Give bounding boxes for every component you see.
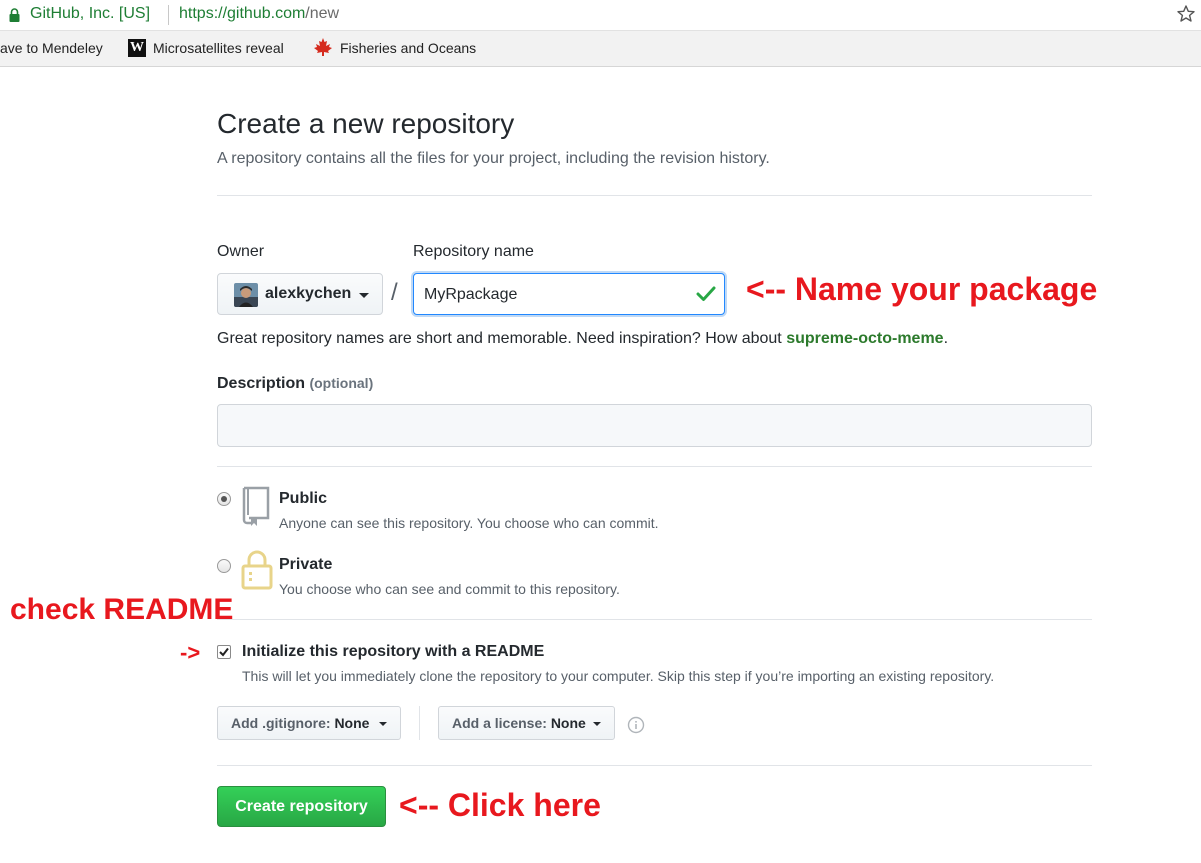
private-radio[interactable] [217, 559, 231, 573]
gitignore-dropdown[interactable]: Add .gitignore: None [217, 706, 401, 740]
owner-label: Owner [217, 243, 265, 260]
annotation-name-package: <-- Name your package [746, 271, 1098, 307]
public-option-desc: Anyone can see this repository. You choo… [279, 515, 659, 531]
description-optional: (optional) [309, 375, 374, 391]
description-label-text: Description [217, 375, 306, 392]
gitignore-label: Add .gitignore: None [231, 715, 369, 731]
license-value: None [550, 715, 586, 731]
book-icon [242, 486, 270, 526]
check-icon [696, 286, 716, 301]
owner-name: alexkychen [265, 285, 352, 302]
hint-suffix: . [943, 330, 949, 347]
divider [217, 466, 1092, 467]
public-radio[interactable] [217, 492, 231, 506]
maple-leaf-icon [314, 38, 332, 56]
url-path: /new [305, 5, 340, 22]
address-separator [168, 5, 169, 25]
annotation-click-here: <-- Click here [399, 787, 601, 823]
private-option-title[interactable]: Private [279, 556, 332, 574]
readme-checkbox[interactable] [217, 645, 231, 659]
owner-dropdown-button[interactable]: alexkychen [217, 273, 383, 315]
license-label-text: Add a license: [452, 715, 547, 731]
create-repository-button[interactable]: Create repository [217, 786, 386, 827]
description-input[interactable] [217, 404, 1092, 447]
annotation-check-readme: check README [10, 593, 234, 626]
avatar [234, 283, 258, 307]
lock-icon [9, 8, 20, 22]
owner-repo-separator: / [391, 279, 398, 306]
caret-down-icon [359, 293, 369, 298]
readme-label[interactable]: Initialize this repository with a README [242, 643, 544, 661]
readme-description: This will let you immediately clone the … [242, 668, 995, 684]
site-identity[interactable]: GitHub, Inc. [US] [30, 5, 150, 23]
caret-down-icon [593, 722, 601, 726]
hint-prefix: Great repository names are short and mem… [217, 330, 787, 347]
url-field[interactable]: https://github.com/new [179, 5, 339, 23]
repository-name-value: MyRpackage [424, 286, 518, 303]
bookmark-microsatellites[interactable]: Microsatellites reveal [153, 40, 298, 56]
divider [217, 195, 1092, 196]
repository-name-hint: Great repository names are short and mem… [217, 330, 948, 348]
browser-address-bar: GitHub, Inc. [US] https://github.com/new [0, 0, 1201, 31]
url-host: https://github.com [179, 5, 306, 22]
page-title: Create a new repository [217, 108, 515, 139]
public-option-title[interactable]: Public [279, 490, 327, 508]
bookmark-mendeley[interactable]: ave to Mendeley [0, 40, 115, 56]
annotation-readme-arrow: -> [180, 640, 201, 665]
license-label: Add a license: None [452, 715, 586, 731]
caret-down-icon [379, 722, 387, 726]
description-label: Description (optional) [217, 375, 373, 393]
bookmark-w-icon: W [128, 39, 146, 57]
repository-name-input[interactable]: MyRpackage [413, 273, 725, 315]
star-icon[interactable] [1176, 4, 1196, 24]
license-dropdown[interactable]: Add a license: None [438, 706, 615, 740]
divider [217, 765, 1092, 766]
info-icon[interactable] [627, 716, 645, 734]
lock-padlock-icon [241, 550, 273, 590]
name-suggestion-link[interactable]: supreme-octo-meme [786, 330, 943, 347]
divider [217, 619, 1092, 620]
repo-name-label: Repository name [413, 243, 534, 260]
private-option-desc: You choose who can see and commit to thi… [279, 581, 620, 597]
select-separator [419, 706, 420, 740]
page-subtitle: A repository contains all the files for … [217, 150, 770, 167]
checkbox-check-icon [219, 647, 229, 657]
bookmark-fisheries[interactable]: Fisheries and Oceans [340, 40, 488, 56]
gitignore-label-text: Add .gitignore: [231, 715, 331, 731]
gitignore-value: None [334, 715, 370, 731]
